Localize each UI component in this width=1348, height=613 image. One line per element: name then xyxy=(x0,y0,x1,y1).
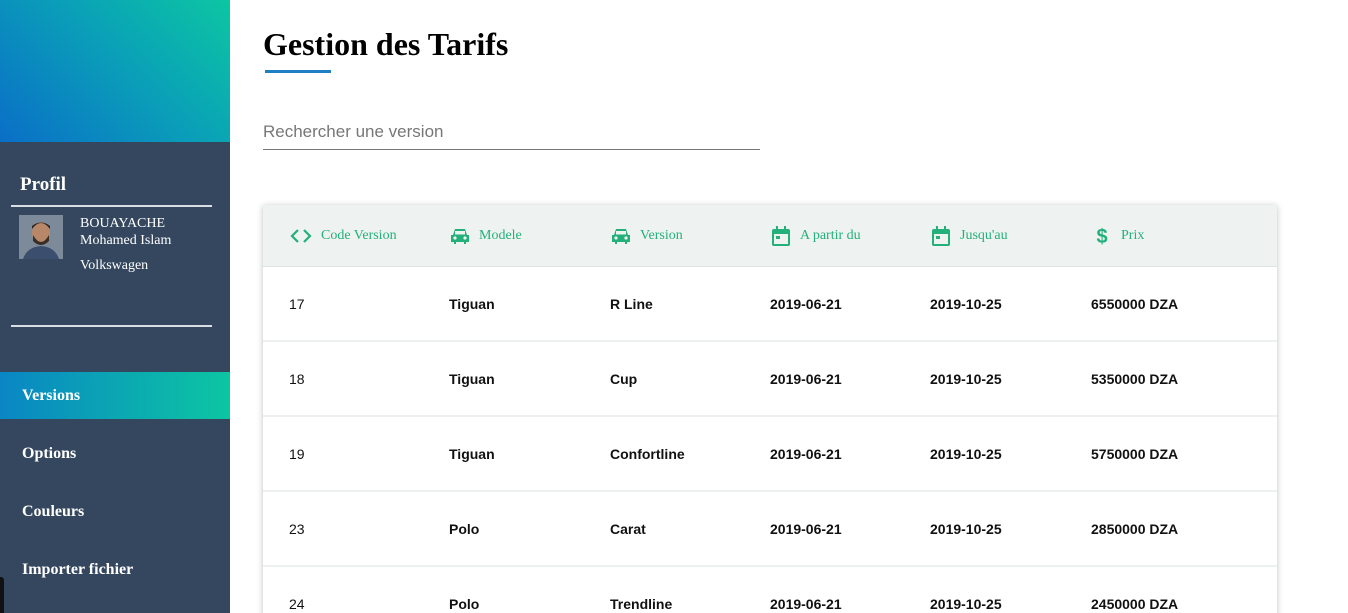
cell-from: 2019-06-21 xyxy=(770,370,842,387)
cell-version: Confortline xyxy=(610,445,685,462)
sidebar-nav: Versions Options Couleurs Importer fichi… xyxy=(0,372,230,604)
page-title: Gestion des Tarifs xyxy=(263,26,509,62)
svg-text:$: $ xyxy=(1096,226,1107,247)
cell-code: 18 xyxy=(289,370,305,387)
user-last-name: BOUAYACHE xyxy=(80,216,166,231)
user-brand: Volkswagen xyxy=(80,258,149,273)
user-first-name: Mohamed Islam xyxy=(80,233,172,248)
cell-code: 24 xyxy=(289,595,305,612)
cell-code: 17 xyxy=(289,295,305,312)
sidebar-item-importer-fichier[interactable]: Importer fichier xyxy=(0,546,230,593)
cell-from: 2019-06-21 xyxy=(770,520,842,537)
profile-divider xyxy=(11,205,212,207)
header-modele[interactable]: Modele xyxy=(449,205,610,266)
sidebar-item-versions[interactable]: Versions xyxy=(0,372,230,419)
cell-price: 5750000 DZA xyxy=(1091,445,1179,462)
header-code-version[interactable]: Code Version xyxy=(263,205,449,266)
cell-modele: Tiguan xyxy=(449,295,495,312)
search-input[interactable] xyxy=(263,115,760,150)
tarifs-table: Code Version Modele Version A partir du … xyxy=(263,205,1277,613)
header-label: Jusqu'au xyxy=(960,227,1008,243)
cell-version: R Line xyxy=(610,295,653,312)
cell-from: 2019-06-21 xyxy=(770,595,842,612)
cell-to: 2019-10-25 xyxy=(930,445,1002,462)
cell-modele: Tiguan xyxy=(449,445,495,462)
cell-version: Cup xyxy=(610,370,638,387)
cell-price: 2850000 DZA xyxy=(1091,520,1179,537)
calendar-icon xyxy=(932,225,950,246)
header-prix[interactable]: $ Prix xyxy=(1091,205,1271,266)
header-label: Modele xyxy=(479,227,522,243)
cell-modele: Polo xyxy=(449,520,480,537)
cell-version: Carat xyxy=(610,520,646,537)
table-row[interactable]: 18 Tiguan Cup 2019-06-21 2019-10-25 5350… xyxy=(263,342,1277,417)
cell-from: 2019-06-21 xyxy=(770,295,842,312)
header-label: A partir du xyxy=(800,227,861,243)
title-underline xyxy=(265,70,331,73)
table-row[interactable]: 17 Tiguan R Line 2019-06-21 2019-10-25 6… xyxy=(263,267,1277,342)
cell-to: 2019-10-25 xyxy=(930,595,1002,612)
cell-to: 2019-10-25 xyxy=(930,295,1002,312)
table-row[interactable]: 24 Polo Trendline 2019-06-21 2019-10-25 … xyxy=(263,567,1277,613)
table-row[interactable]: 19 Tiguan Confortline 2019-06-21 2019-10… xyxy=(263,417,1277,492)
cell-version: Trendline xyxy=(610,595,673,612)
header-jusqu-au[interactable]: Jusqu'au xyxy=(930,205,1091,266)
user-info: BOUAYACHE Mohamed Islam Volkswagen xyxy=(80,215,171,274)
header-a-partir-du[interactable]: A partir du xyxy=(770,205,930,266)
header-version[interactable]: Version xyxy=(610,205,770,266)
cell-price: 6550000 DZA xyxy=(1091,295,1179,312)
avatar xyxy=(19,215,63,259)
calendar-icon xyxy=(772,225,790,246)
profile-divider-bottom xyxy=(11,325,212,327)
cell-to: 2019-10-25 xyxy=(930,370,1002,387)
sidebar: Profil BOUAYACHE Mohamed Islam Volkswage… xyxy=(0,0,230,613)
cell-modele: Polo xyxy=(449,595,480,612)
car-icon xyxy=(612,228,630,244)
header-label: Prix xyxy=(1121,227,1145,243)
cell-from: 2019-06-21 xyxy=(770,445,842,462)
dollar-icon: $ xyxy=(1096,226,1107,247)
header-label: Version xyxy=(640,227,683,243)
sidebar-banner xyxy=(0,0,230,142)
sidebar-item-options[interactable]: Options xyxy=(0,430,230,477)
header-label: Code Version xyxy=(321,227,397,243)
cell-price: 5350000 DZA xyxy=(1091,370,1179,387)
cell-code: 19 xyxy=(289,445,305,462)
code-icon xyxy=(290,228,312,243)
sidebar-item-couleurs[interactable]: Couleurs xyxy=(0,488,230,535)
cell-to: 2019-10-25 xyxy=(930,520,1002,537)
car-icon xyxy=(451,228,469,244)
cell-modele: Tiguan xyxy=(449,370,495,387)
profile-title: Profil xyxy=(20,174,67,195)
cell-code: 23 xyxy=(289,520,305,537)
table-header: Code Version Modele Version A partir du … xyxy=(263,205,1277,267)
cell-price: 2450000 DZA xyxy=(1091,595,1179,612)
corner-tab[interactable] xyxy=(0,577,4,613)
table-row[interactable]: 23 Polo Carat 2019-06-21 2019-10-25 2850… xyxy=(263,492,1277,567)
